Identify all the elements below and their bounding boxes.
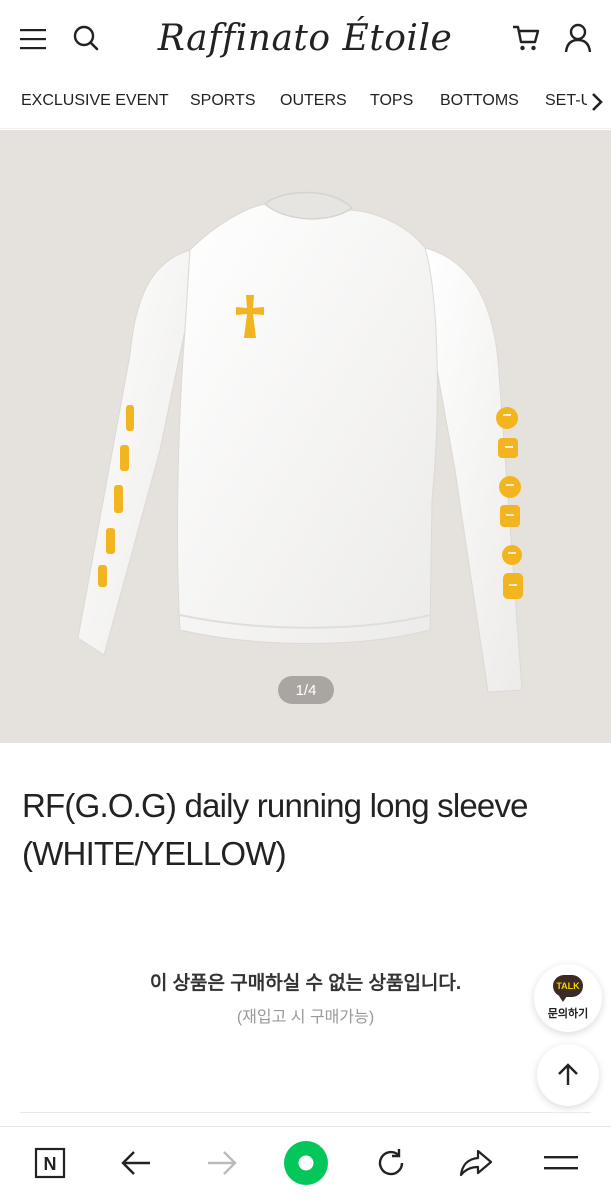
refresh-icon	[378, 1149, 404, 1176]
content-divider	[20, 1112, 591, 1113]
search-icon	[73, 25, 99, 51]
site-header: Raffinato Étoile	[0, 0, 611, 78]
nav-item-bottoms[interactable]: BOTTOMS	[440, 92, 519, 110]
chevron-right-icon	[592, 93, 603, 111]
nav-item-tops[interactable]: TOPS	[370, 92, 413, 110]
product-image-carousel[interactable]	[0, 130, 611, 743]
home-green-dot-icon	[284, 1141, 328, 1185]
inquiry-label: 문의하기	[547, 1008, 589, 1020]
refresh-button[interactable]	[367, 1139, 415, 1187]
browser-toolbar: N	[0, 1126, 611, 1201]
kakao-talk-inquiry-button[interactable]: TALK 문의하기	[534, 964, 602, 1032]
forward-arrow-icon	[208, 1151, 237, 1175]
unavailable-message: 이 상품은 구매하실 수 없는 상품입니다.	[149, 973, 462, 994]
scroll-to-top-button[interactable]	[537, 1044, 599, 1106]
naver-home-button[interactable]: N	[26, 1139, 74, 1187]
cart-icon	[513, 25, 540, 51]
restock-note: (재입고 시 구매가능)	[236, 1009, 375, 1026]
nav-item-set-up[interactable]: SET-U	[545, 92, 592, 110]
menu-icon	[20, 29, 46, 50]
share-button[interactable]	[452, 1139, 500, 1187]
brand-logo[interactable]: Raffinato Étoile	[150, 10, 460, 66]
browser-menu-button[interactable]	[537, 1139, 585, 1187]
product-image-white-long-sleeve	[77, 191, 523, 693]
cart-button[interactable]	[508, 20, 544, 56]
kakao-talk-icon: TALK	[553, 975, 583, 1002]
naver-n-icon: N	[34, 1147, 66, 1179]
nav-item-outers[interactable]: OUTERS	[280, 92, 347, 110]
image-counter: 1/4	[278, 676, 334, 704]
search-button[interactable]	[68, 20, 104, 56]
account-button[interactable]	[560, 20, 596, 56]
back-arrow-icon	[121, 1151, 150, 1175]
forward-button[interactable]	[198, 1139, 246, 1187]
nav-item-sports[interactable]: SPORTS	[190, 92, 256, 110]
svg-text:N: N	[44, 1154, 57, 1174]
user-icon	[564, 23, 592, 53]
menu-icon	[544, 1156, 578, 1170]
share-icon	[459, 1149, 493, 1177]
product-title: RF(G.O.G) daily running long sleeve (WHI…	[22, 787, 529, 872]
category-nav: EXCLUSIVE EVENT SPORTS OUTERS TOPS BOTTO…	[0, 78, 611, 129]
menu-button[interactable]	[16, 24, 50, 54]
green-dot-button[interactable]	[282, 1139, 330, 1187]
arrow-up-icon	[558, 1063, 578, 1085]
nav-item-exclusive-event[interactable]: EXCLUSIVE EVENT	[21, 92, 169, 110]
back-button[interactable]	[112, 1139, 160, 1187]
nav-scroll-right[interactable]	[587, 90, 607, 114]
